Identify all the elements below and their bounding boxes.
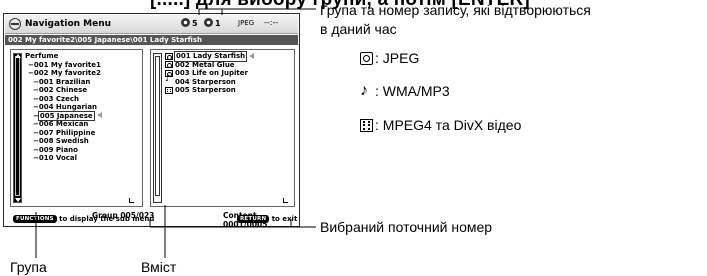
selected-number-callout: Вибраний поточний номер: [320, 219, 493, 235]
legend-audio: : WMA/MP3: [360, 82, 450, 100]
playing-group-callout-line2: в даний час: [320, 21, 397, 37]
legend-jpeg-text: : JPEG: [375, 50, 420, 66]
legend-video-text: : MPEG4 та DivX відео: [375, 117, 522, 133]
playing-group-callout: Група та номер запису, які відтворюються: [320, 2, 591, 18]
camera-icon: [360, 51, 373, 65]
music-note-icon: [360, 82, 373, 100]
legend-jpeg: : JPEG: [360, 50, 419, 66]
content-callout: Вміст: [141, 259, 177, 275]
legend-audio-text: : WMA/MP3: [375, 83, 450, 99]
group-callout: Група: [10, 259, 47, 275]
film-icon: [360, 118, 373, 132]
legend-video: : MPEG4 та DivX відео: [360, 117, 521, 133]
